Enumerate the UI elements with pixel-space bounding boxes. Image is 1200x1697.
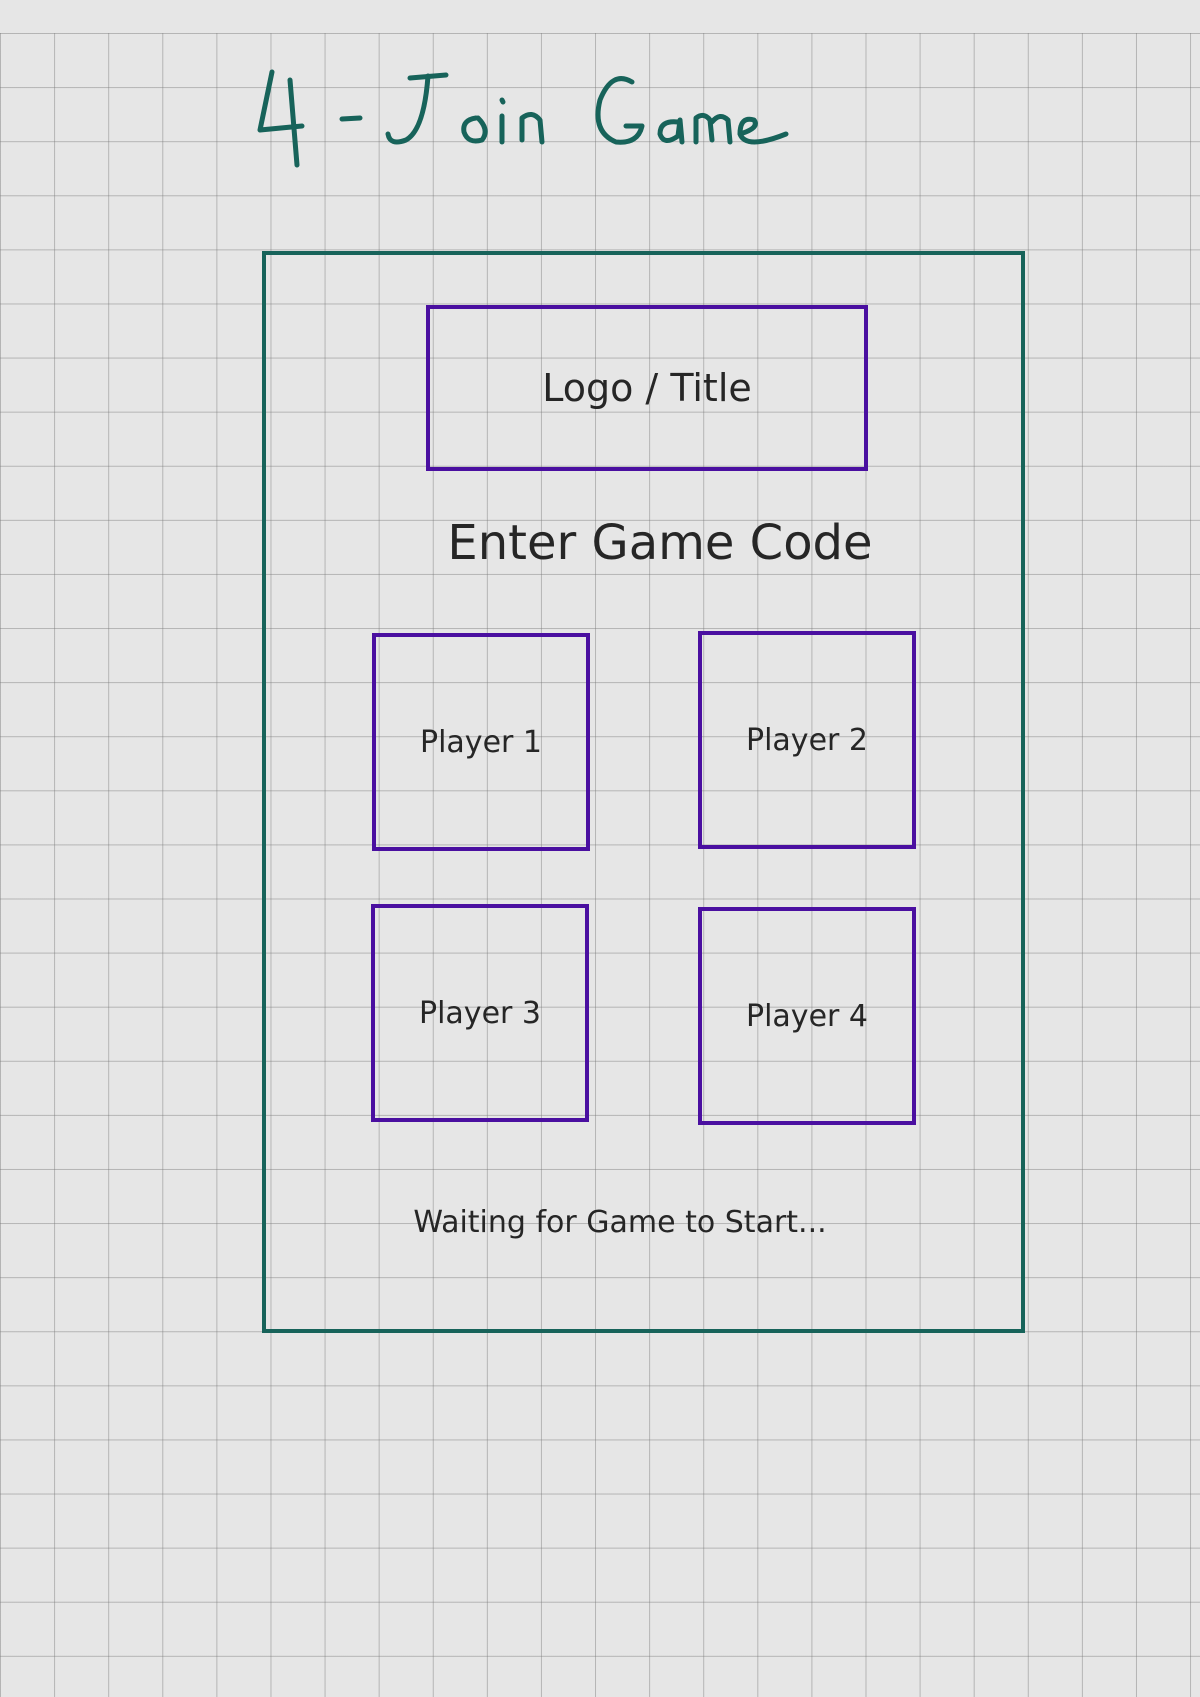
player-2-label: Player 2 [746, 722, 868, 758]
player-4-label: Player 4 [746, 998, 868, 1034]
waiting-status-text: Waiting for Game to Start... [413, 1205, 827, 1240]
sketch-heading [240, 60, 860, 180]
enter-game-code-label: Enter Game Code [447, 515, 873, 571]
top-margin [0, 0, 1200, 33]
player-3-label: Player 3 [419, 995, 541, 1031]
logo-title-label: Logo / Title [542, 366, 752, 410]
player-4-slot: Player 4 [698, 907, 916, 1125]
logo-title-placeholder: Logo / Title [426, 305, 868, 471]
player-2-slot: Player 2 [698, 631, 916, 849]
player-1-label: Player 1 [420, 724, 542, 760]
player-1-slot: Player 1 [372, 633, 590, 851]
player-3-slot: Player 3 [371, 904, 589, 1122]
handwritten-heading-drawing [257, 69, 789, 168]
